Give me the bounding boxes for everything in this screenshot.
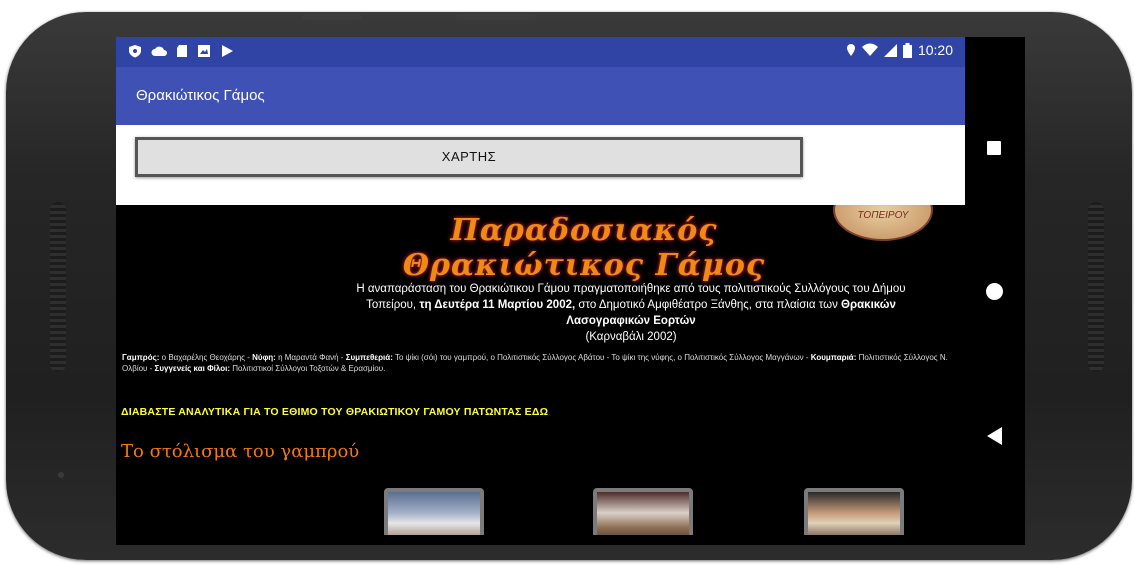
cloud-icon <box>151 46 167 56</box>
front-sensor <box>58 472 64 478</box>
status-bar: 10:20 <box>116 37 965 67</box>
photo-thumbnail[interactable] <box>384 488 484 535</box>
photo-thumbnail[interactable] <box>593 488 693 535</box>
signal-icon <box>883 43 897 57</box>
recents-icon[interactable] <box>987 141 1001 155</box>
back-icon[interactable] <box>987 427 1002 445</box>
screen: 10:20 Θρακιώτικος Γάμος ΧΑΡΤΗΣ ΤΟΠΕΙΡΟΥ … <box>116 37 965 545</box>
app-title: Θρακιώτικος Γάμος <box>136 87 265 104</box>
play-store-icon <box>222 45 233 57</box>
home-icon[interactable] <box>986 283 1003 300</box>
status-time: 10:20 <box>917 42 953 58</box>
battery-icon <box>902 42 912 58</box>
wifi-icon <box>861 43 878 56</box>
intro-paragraph: Η αναπαράσταση του Θρακιώτικου Γάμου πρα… <box>356 283 906 343</box>
app-bar: Θρακιώτικος Γάμος <box>116 67 965 125</box>
left-speaker <box>50 202 66 372</box>
photo-thumbnail[interactable] <box>804 488 904 535</box>
nav-bar <box>965 37 1025 545</box>
right-speaker <box>1088 202 1104 372</box>
volume-button <box>456 14 536 20</box>
image-icon <box>198 45 210 57</box>
web-title: Παραδοσιακός Θρακιώτικος Γάμος <box>402 213 766 283</box>
read-more-link[interactable]: ΔΙΑΒΑΣΤΕ ΑΝΑΛΥΤΙΚΑ ΓΙΑ ΤΟ ΕΘΙΜΟ ΤΟΥ ΘΡΑΚ… <box>121 406 548 418</box>
shield-icon <box>129 45 141 58</box>
webview[interactable]: ΤΟΠΕΙΡΟΥ Παραδοσιακός Θρακιώτικος Γάμος … <box>116 205 965 535</box>
credits-text: Γαμπρός: ο Βαχαρέλης Θεοχάρης - Νύφη: η … <box>122 353 948 373</box>
power-button <box>302 14 362 20</box>
sd-card-icon <box>177 45 187 57</box>
button-area: ΧΑΡΤΗΣ <box>116 125 965 205</box>
section-title: Το στόλισμα του γαμπρού <box>121 441 360 462</box>
location-icon <box>846 44 855 56</box>
maps-button[interactable]: ΧΑΡΤΗΣ <box>135 137 803 177</box>
seal-logo: ΤΟΠΕΙΡΟΥ <box>833 205 933 241</box>
